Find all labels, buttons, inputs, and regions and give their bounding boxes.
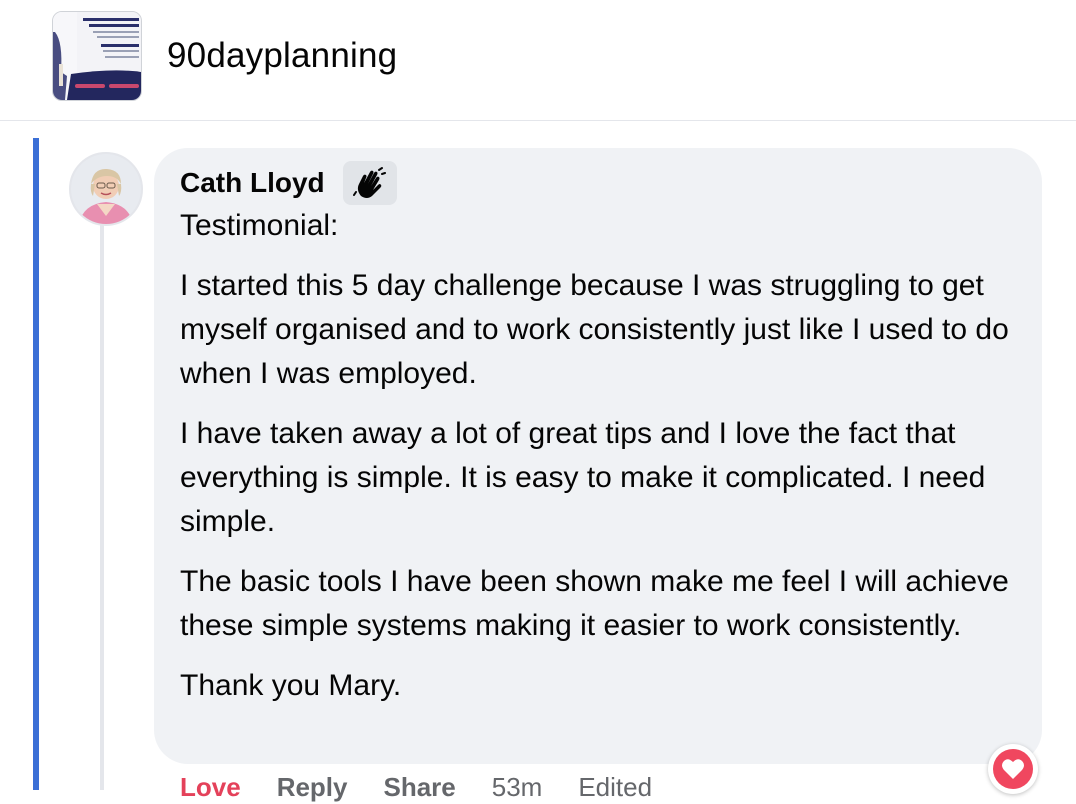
comment-body: Testimonial: I started this 5 day challe…: [180, 204, 1016, 708]
comment-bubble: Cath Lloyd Testimonial: I started this 5…: [154, 148, 1042, 764]
waving-hand-icon[interactable]: [342, 161, 397, 205]
share-button[interactable]: Share: [384, 770, 456, 804]
thread-connector-line: [100, 222, 104, 790]
comment-paragraph: The basic tools I have been shown make m…: [180, 565, 1009, 642]
comment-paragraph: Thank you Mary.: [180, 669, 402, 702]
group-name[interactable]: 90dayplanning: [167, 34, 397, 78]
heart-icon[interactable]: [988, 744, 1038, 794]
avatar-image: [71, 154, 141, 224]
comment-actions: Love Reply Share 53m Edited: [180, 770, 688, 804]
group-thumbnail-image: [53, 12, 141, 100]
group-header: 90dayplanning: [0, 0, 1076, 121]
reply-button[interactable]: Reply: [277, 770, 348, 804]
love-reaction-badge: [993, 749, 1033, 789]
thread-highlight-bar: [33, 138, 39, 790]
comment-paragraph: I have taken away a lot of great tips an…: [180, 417, 986, 538]
edited-label[interactable]: Edited: [578, 770, 652, 804]
comment-author-row: Cath Lloyd: [180, 161, 1016, 205]
comment-paragraph: I started this 5 day challenge because I…: [180, 269, 1009, 390]
love-button[interactable]: Love: [180, 770, 241, 804]
author-name[interactable]: Cath Lloyd: [180, 167, 325, 199]
group-thumbnail[interactable]: [52, 11, 142, 101]
comment-heading: Testimonial:: [180, 209, 339, 242]
avatar[interactable]: [69, 152, 143, 226]
comment-timestamp[interactable]: 53m: [492, 770, 543, 804]
